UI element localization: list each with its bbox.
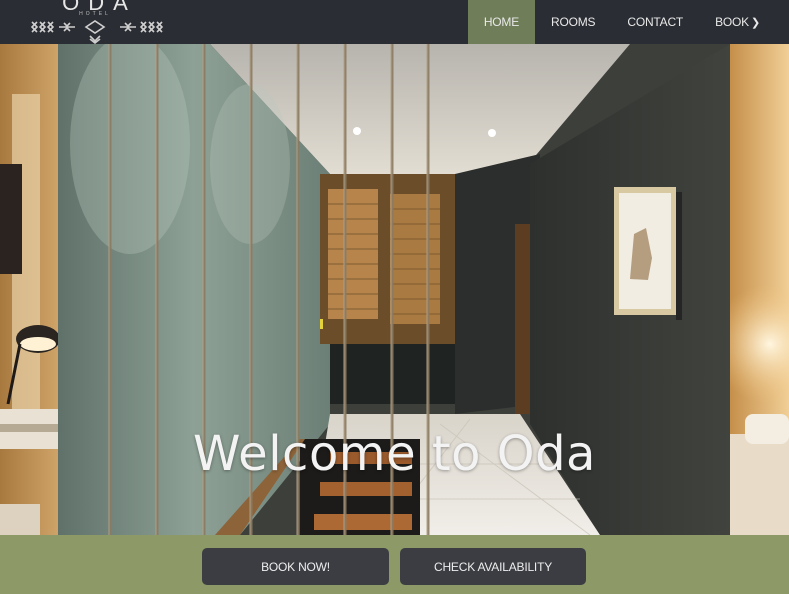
nav-contact[interactable]: CONTACT — [611, 0, 699, 44]
logo-subtitle: HOTEL — [79, 11, 111, 17]
check-availability-button[interactable]: CHECK AVAILABILITY — [400, 548, 586, 585]
hotel-logo[interactable]: ODA HOTEL — [26, 0, 164, 44]
nav-book[interactable]: BOOK ❯ — [699, 0, 776, 44]
hero-banner: Welcome to Oda — [0, 44, 789, 535]
top-navbar: ODA HOTEL HOME ROOMS CONTACT BOOK ❯ — [0, 0, 789, 44]
hero-title: Welcome to Oda — [193, 426, 596, 482]
nav-rooms[interactable]: ROOMS — [535, 0, 611, 44]
nav-home-label: HOME — [483, 15, 520, 29]
nav-rooms-label: ROOMS — [551, 15, 596, 29]
book-now-button[interactable]: BOOK NOW! — [202, 548, 389, 585]
nav-book-label: BOOK — [715, 15, 749, 29]
action-bar: BOOK NOW! CHECK AVAILABILITY — [0, 535, 789, 594]
nav-contact-label: CONTACT — [627, 15, 684, 29]
main-nav: HOME ROOMS CONTACT BOOK ❯ — [467, 0, 776, 44]
nav-home[interactable]: HOME — [467, 0, 536, 44]
chevron-right-icon: ❯ — [750, 16, 760, 29]
